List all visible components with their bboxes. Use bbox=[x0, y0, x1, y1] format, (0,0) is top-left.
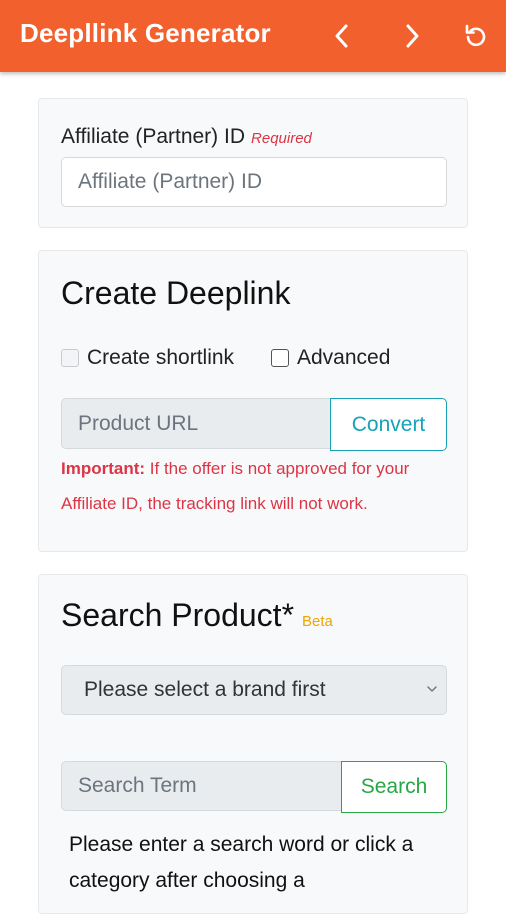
search-product-title-row: Search Product* Beta bbox=[61, 597, 333, 634]
chevron-left-icon bbox=[335, 24, 348, 48]
beta-badge: Beta bbox=[302, 613, 333, 630]
app-bar: Deepllink Generator bbox=[0, 0, 506, 72]
advanced-label: Advanced bbox=[297, 346, 391, 369]
create-deeplink-card: Create Deeplink Create shortlink Advance… bbox=[38, 250, 468, 552]
brand-select[interactable]: Please select a brand first bbox=[61, 665, 447, 715]
affiliate-label-row: Affiliate (Partner) ID Required bbox=[61, 125, 312, 149]
chevron-right-icon bbox=[406, 24, 419, 48]
app-title: Deepllink Generator bbox=[20, 18, 271, 48]
brand-select-value: Please select a brand first bbox=[84, 678, 326, 701]
search-product-title: Search Product* bbox=[61, 597, 295, 633]
important-notice: Important: If the offer is not approved … bbox=[61, 451, 453, 521]
search-term-input[interactable] bbox=[61, 761, 342, 811]
search-info-text: Please enter a search word or click a ca… bbox=[69, 833, 414, 892]
search-button[interactable]: Search bbox=[341, 761, 447, 813]
affiliate-label: Affiliate (Partner) ID bbox=[61, 125, 246, 148]
advanced-option[interactable]: Advanced bbox=[271, 346, 390, 370]
reload-button[interactable] bbox=[458, 18, 494, 54]
back-button[interactable] bbox=[324, 18, 360, 54]
affiliate-id-input[interactable] bbox=[61, 157, 447, 207]
chevron-down-icon bbox=[427, 686, 437, 692]
product-url-input[interactable] bbox=[61, 398, 331, 449]
important-label: Important: bbox=[61, 459, 146, 478]
create-deeplink-title: Create Deeplink bbox=[61, 275, 291, 311]
shortlink-checkbox[interactable] bbox=[61, 349, 79, 367]
required-badge: Required bbox=[251, 130, 312, 147]
affiliate-card: Affiliate (Partner) ID Required bbox=[38, 98, 468, 228]
convert-button[interactable]: Convert bbox=[330, 398, 447, 451]
shortlink-label: Create shortlink bbox=[87, 346, 235, 369]
search-product-card: Search Product* Beta Please select a bran… bbox=[38, 574, 468, 914]
advanced-checkbox[interactable] bbox=[271, 349, 289, 367]
reload-icon bbox=[465, 24, 486, 47]
shortlink-option[interactable]: Create shortlink bbox=[61, 346, 234, 370]
forward-button[interactable] bbox=[394, 18, 430, 54]
